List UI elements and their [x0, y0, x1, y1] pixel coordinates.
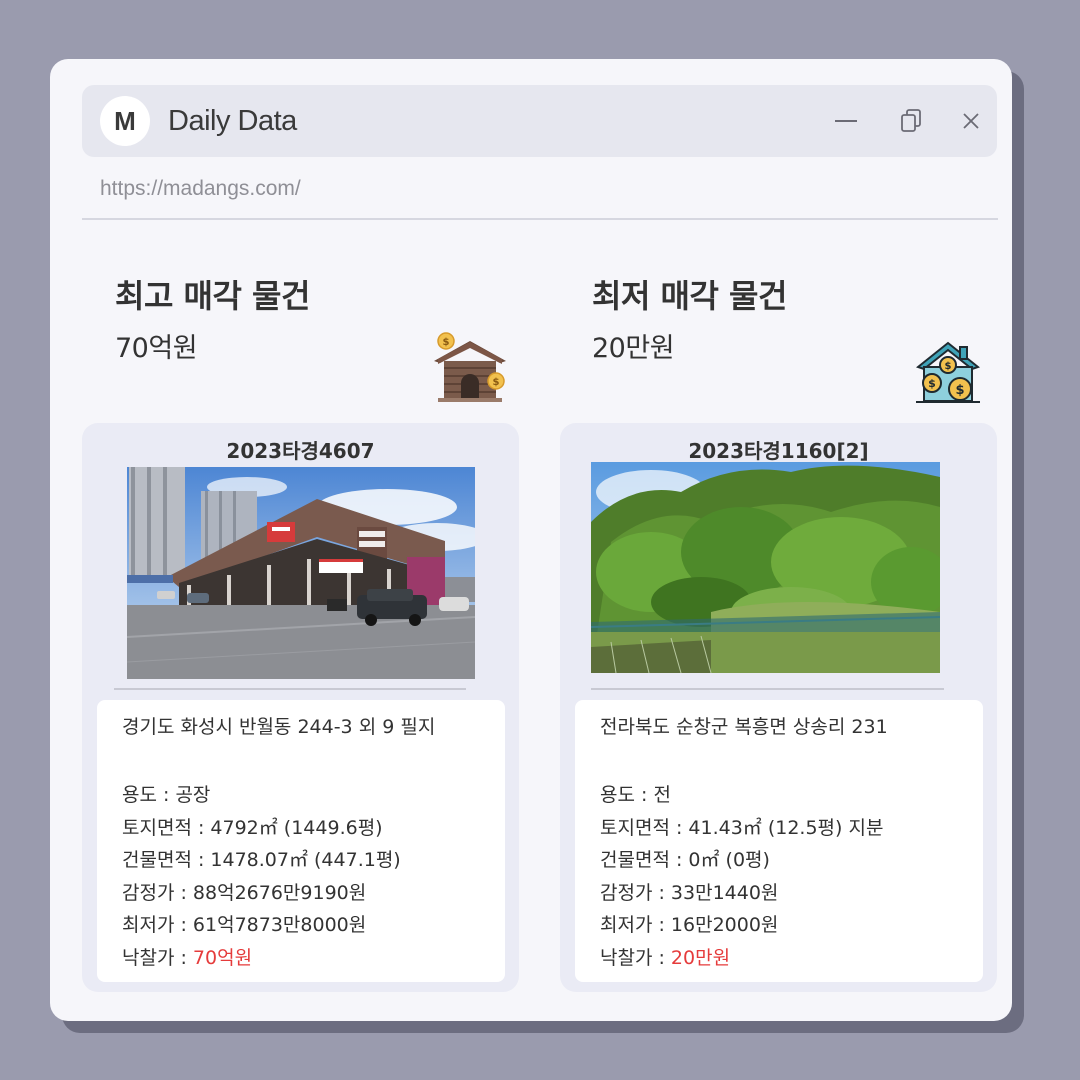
land-area-value: 41.43㎡ (12.5평) 지분	[688, 816, 884, 839]
property-address: 경기도 화성시 반월동 244-3 외 9 필지	[122, 716, 436, 738]
building-area-row: 건물면적 : 0㎡ (0평)	[600, 844, 883, 877]
minimize-button[interactable]	[832, 107, 860, 135]
usage-label: 용도 :	[122, 784, 176, 806]
land-area-label: 토지면적 :	[600, 816, 689, 839]
case-number[interactable]: 2023타경1160[2]	[560, 435, 997, 464]
logo-letter: M	[114, 105, 136, 136]
svg-text:$: $	[945, 361, 952, 372]
lowest-heading: 최저 매각 물건	[592, 277, 787, 315]
appraisal-row: 감정가 : 88억2676만9190원	[122, 877, 401, 910]
svg-text:$: $	[928, 377, 936, 390]
app-title: Daily Data	[168, 105, 297, 137]
factory-photo[interactable]	[127, 467, 475, 679]
minimum-price-row: 최저가 : 61억7873만8000원	[122, 909, 401, 942]
building-area-value: 0㎡ (0평)	[688, 849, 770, 872]
field-photo[interactable]	[591, 462, 940, 673]
close-button[interactable]	[957, 107, 985, 135]
property-details: 용도 : 공장 토지면적 : 4792㎡ (1449.6평) 건물면적 : 14…	[122, 779, 401, 975]
usage-label: 용도 :	[600, 784, 654, 806]
appraisal-value: 88억2676만9190원	[192, 881, 367, 904]
url-text[interactable]: https://madangs.com/	[100, 177, 301, 201]
close-icon	[963, 113, 979, 129]
url-divider	[82, 218, 998, 220]
svg-text:$: $	[955, 383, 964, 398]
copy-button[interactable]	[897, 107, 925, 135]
sold-price-row: 낙찰가 : 20만원	[600, 942, 883, 975]
usage-value: 전	[653, 784, 671, 806]
minimum-price-value: 16만2000원	[670, 914, 779, 937]
svg-text:$: $	[443, 337, 450, 348]
app-logo: M	[100, 96, 150, 146]
copy-icon	[901, 109, 921, 132]
sold-price-value: 70억원	[192, 946, 253, 969]
property-info: 경기도 화성시 반월동 244-3 외 9 필지 용도 : 공장 토지면적 : …	[97, 700, 505, 982]
minimum-price-row: 최저가 : 16만2000원	[600, 909, 883, 942]
highest-heading: 최고 매각 물건	[115, 277, 310, 315]
building-area-label: 건물면적 :	[600, 849, 689, 872]
sold-price-value: 20만원	[670, 946, 731, 969]
sold-price-row: 낙찰가 : 70억원	[122, 942, 401, 975]
appraisal-label: 감정가 :	[600, 881, 671, 904]
app-window: M Daily Data https://madangs.com/ 최고 매각 …	[50, 59, 1012, 1021]
land-area-row: 토지면적 : 4792㎡ (1449.6평)	[122, 812, 401, 845]
usage-row: 용도 : 전	[600, 779, 883, 812]
sold-price-label: 낙찰가 :	[122, 946, 193, 969]
svg-text:$: $	[493, 377, 500, 388]
lowest-price: 20만원	[592, 333, 675, 364]
appraisal-row: 감정가 : 33만1440원	[600, 877, 883, 910]
usage-value: 공장	[175, 784, 211, 806]
property-info: 전라북도 순창군 복흥면 상송리 231 용도 : 전 토지면적 : 41.43…	[575, 700, 983, 982]
appraisal-value: 33만1440원	[670, 881, 779, 904]
building-area-value: 1478.07㎡ (447.1평)	[210, 849, 401, 872]
minimize-icon	[835, 120, 857, 122]
house-with-coins-icon: $ $	[432, 331, 508, 409]
minimum-price-label: 최저가 :	[122, 914, 193, 937]
land-area-row: 토지면적 : 41.43㎡ (12.5평) 지분	[600, 812, 883, 845]
land-area-label: 토지면적 :	[122, 816, 211, 839]
appraisal-label: 감정가 :	[122, 881, 193, 904]
land-area-value: 4792㎡ (1449.6평)	[210, 816, 383, 839]
usage-row: 용도 : 공장	[122, 779, 401, 812]
highest-price: 70억원	[115, 333, 198, 364]
property-address: 전라북도 순창군 복흥면 상송리 231	[600, 716, 888, 738]
minimum-price-value: 61억7873만8000원	[192, 914, 367, 937]
lowest-property-card[interactable]: 2023타경1160[2] 전라북도 순창군 복흥면 상송리 231 용도: …	[560, 423, 997, 992]
case-number[interactable]: 2023타경4607	[82, 435, 519, 464]
minimum-price-label: 최저가 :	[600, 914, 671, 937]
title-bar: M Daily Data	[82, 85, 997, 157]
property-details: 용도 : 전 토지면적 : 41.43㎡ (12.5평) 지분 건물면적 : 0…	[600, 779, 883, 975]
building-area-row: 건물면적 : 1478.07㎡ (447.1평)	[122, 844, 401, 877]
card-divider	[591, 688, 944, 690]
building-area-label: 건물면적 :	[122, 849, 211, 872]
card-divider	[114, 688, 466, 690]
highest-property-card[interactable]: 2023타경4607 경기도 화성시 반월동 244-3 외 9 필지 용도:…	[82, 423, 519, 992]
house-with-coins-icon: $ $ $	[915, 339, 981, 409]
sold-price-label: 낙찰가 :	[600, 946, 671, 969]
